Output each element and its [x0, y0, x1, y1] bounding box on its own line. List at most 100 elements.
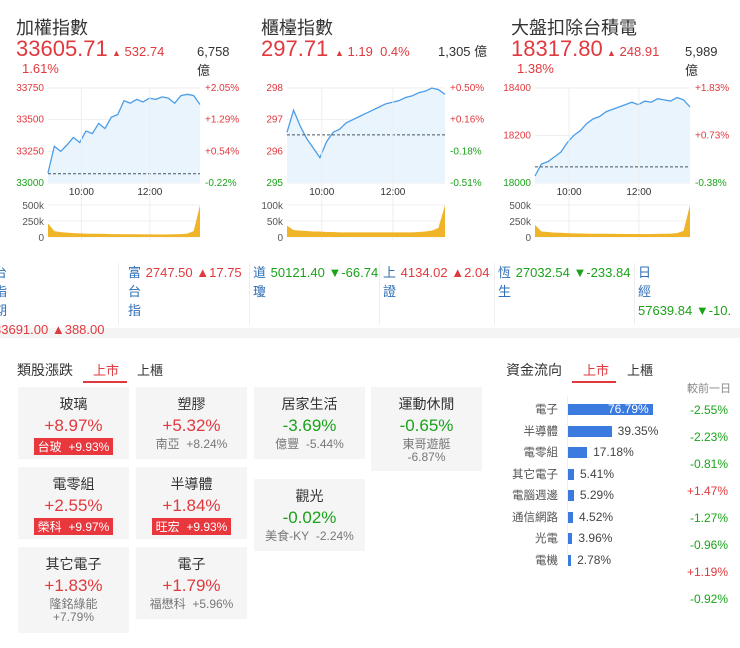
- vol-tick-label: 50k: [267, 217, 284, 228]
- time-label: 10:00: [309, 187, 334, 198]
- vol-tick-label: 100k: [261, 201, 284, 212]
- ticker-name: 上證: [383, 265, 397, 299]
- top-stock[interactable]: 福懋科 +5.96%: [136, 598, 247, 611]
- tab-otc[interactable]: 上櫃: [137, 360, 163, 379]
- vol-tick-label: 250k: [22, 217, 45, 228]
- index-price: 297.71: [261, 36, 329, 61]
- vol-tick-label: 0: [277, 233, 283, 244]
- pct-tick-label: +1.29%: [205, 115, 239, 126]
- flow-sector-name: 電零組: [523, 447, 559, 459]
- tab-indicator: [83, 381, 127, 383]
- compare-value: -0.96%: [689, 538, 728, 552]
- flow-bar: [568, 533, 573, 544]
- ticker-change: ▲388.00: [51, 322, 105, 337]
- time-label: 10:00: [557, 187, 582, 198]
- y-tick-label: 18200: [503, 131, 531, 142]
- sector-tile[interactable]: 電零組 +2.55% 榮科 +9.97%: [18, 467, 129, 539]
- compare-value: +1.19%: [686, 565, 728, 579]
- flow-bar: [568, 511, 574, 523]
- flow-tab-otc[interactable]: 上櫃: [627, 360, 653, 379]
- index-change: ▲ 532.74: [112, 44, 164, 59]
- sector-tile[interactable]: 運動休閒 -0.65% 東哥遊艇 -6.87%: [371, 387, 482, 471]
- ticker-change: ▲17.75: [196, 265, 242, 280]
- ticker-item[interactable]: 台指期 33691.00 ▲388.00: [0, 263, 119, 337]
- time-label: 12:00: [626, 187, 651, 198]
- top-stock[interactable]: 美食-KY -2.24%: [254, 530, 365, 543]
- sector-tile[interactable]: 居家生活 -3.69% 億豐 -5.44%: [254, 387, 365, 459]
- change-pct: 0.4%: [380, 44, 410, 59]
- flow-sector-name: 光電: [535, 533, 558, 545]
- top-stock[interactable]: 億豐 -5.44%: [254, 438, 365, 451]
- sector-pct: +1.79%: [162, 576, 221, 595]
- pct-tick-label: +0.50%: [450, 83, 484, 94]
- compare-value: -2.55%: [689, 403, 728, 417]
- index-pct: 1.38%: [517, 61, 554, 76]
- stock-pct: -2.24%: [315, 529, 354, 543]
- flow-bar: [568, 490, 574, 501]
- ticker-item[interactable]: 恆生 27032.54 ▼-233.84: [495, 263, 635, 325]
- ticker-name: 日經: [638, 265, 652, 299]
- flow-pct: 17.18%: [593, 445, 634, 459]
- sector-name: 居家生活: [281, 396, 338, 412]
- ticker-name: 道瓊: [253, 265, 267, 299]
- stock-pct: -5.44%: [305, 437, 344, 451]
- top-stock[interactable]: 東哥遊艇 -6.87%: [371, 438, 482, 464]
- compare-label: 較前一日: [687, 383, 731, 395]
- tab-listed[interactable]: 上市: [93, 360, 119, 379]
- index-panel: 加權指數 33605.71 ▲ 532.74 1.61% 6,758 億 3375…: [0, 0, 740, 337]
- time-label: 12:00: [137, 187, 162, 198]
- index-card-taiex[interactable]: 加權指數 33605.71 ▲ 532.74 1.61% 6,758 億 3375…: [0, 0, 245, 250]
- y-tick-label: 33000: [16, 178, 44, 189]
- compare-value: -0.81%: [689, 457, 728, 471]
- vol-tick-label: 0: [525, 233, 531, 244]
- index-volume: 1,305 億: [438, 42, 487, 61]
- vol-tick-label: 250k: [509, 217, 532, 228]
- ticker-change: ▼-233.84: [573, 265, 631, 280]
- ticker-quote: 2747.50 ▲17.75: [146, 263, 242, 282]
- time-label: 12:00: [380, 187, 405, 198]
- index-card-ex-tsmc[interactable]: 大盤扣除台積電 18317.80 ▲ 248.91 1.38% 5,989 億 1…: [495, 0, 740, 250]
- sector-tile[interactable]: 塑膠 +5.32% 南亞 +8.24%: [136, 387, 247, 459]
- top-stock[interactable]: 南亞 +8.24%: [136, 438, 247, 451]
- sector-tile[interactable]: 觀光 -0.02% 美食-KY -2.24%: [254, 479, 365, 551]
- sector-name: 玻璃: [59, 396, 88, 412]
- index-pct: 1.61%: [22, 61, 59, 76]
- ticker-item[interactable]: 日經 57639.84 ▼-10.: [635, 263, 740, 325]
- pct-tick-label: +0.73%: [695, 131, 729, 142]
- stock-name: 東哥遊艇: [402, 437, 451, 451]
- price-area: [535, 97, 690, 183]
- sector-tile[interactable]: 其它電子 +1.83% 隆銘綠能 +7.79%: [18, 547, 129, 633]
- sector-name: 運動休閒: [398, 396, 455, 412]
- ticker-name: 富台指: [128, 265, 142, 318]
- top-stock[interactable]: 隆銘綠能 +7.79%: [18, 598, 129, 624]
- volume-value: 1,305: [438, 44, 471, 59]
- index-price: 18317.80: [511, 36, 603, 61]
- volume-value: 5,989: [685, 44, 718, 59]
- ticker-item[interactable]: 道瓊 50121.40 ▼-66.74: [250, 263, 380, 325]
- sector-tile[interactable]: 半導體 +1.84% 旺宏 +9.93%: [136, 467, 247, 539]
- top-stock[interactable]: 台玻 +9.93%: [33, 438, 114, 455]
- stock-name: 台玻: [37, 440, 62, 454]
- y-tick-label: 18400: [503, 83, 531, 94]
- y-tick-label: 297: [266, 115, 283, 126]
- sector-tile[interactable]: 玻璃 +8.97% 台玻 +9.93%: [18, 387, 129, 459]
- time-label: 10:00: [69, 187, 94, 198]
- index-card-otc[interactable]: 櫃檯指數 297.71 ▲ 1.19 0.4% 1,305 億 298 +0.50…: [245, 0, 490, 250]
- top-stock[interactable]: 旺宏 +9.93%: [151, 518, 232, 535]
- sector-name: 半導體: [170, 476, 213, 492]
- ticker-quote: 57639.84 ▼-10.: [638, 301, 731, 320]
- sector-tile[interactable]: 電子 +1.79% 福懋科 +5.96%: [136, 547, 247, 619]
- flow-tab-listed[interactable]: 上市: [583, 360, 609, 379]
- y-tick-label: 18000: [503, 178, 531, 189]
- ticker-change: ▼-66.74: [328, 265, 379, 280]
- sector-pct: -0.65%: [399, 416, 454, 435]
- ticker-item[interactable]: 富台指 2747.50 ▲17.75: [125, 263, 250, 325]
- top-stock[interactable]: 榮科 +9.97%: [33, 518, 114, 535]
- sector-pct: -3.69%: [282, 416, 337, 435]
- ticker-item[interactable]: 上證 4134.02 ▲2.04: [380, 263, 495, 325]
- y-tick-label: 33500: [16, 115, 44, 126]
- ticker-quote: 27032.54 ▼-233.84: [516, 263, 631, 282]
- ticker-value: 4134.02: [400, 265, 448, 280]
- volume-unit: 億: [197, 63, 211, 78]
- compare-value: -0.92%: [689, 592, 728, 606]
